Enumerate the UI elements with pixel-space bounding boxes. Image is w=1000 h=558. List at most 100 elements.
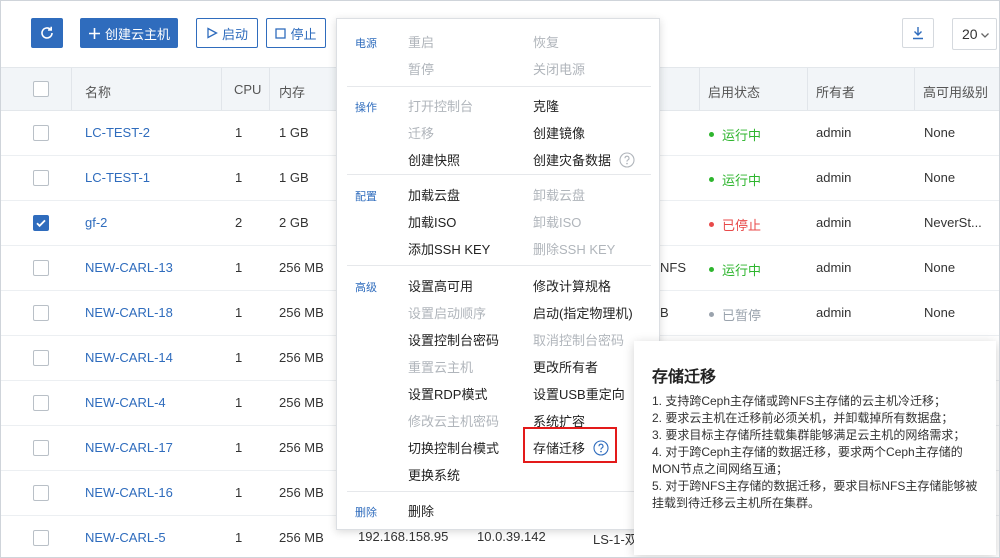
menu-item[interactable]: 添加SSH KEY (408, 239, 490, 258)
row-checkbox[interactable] (33, 170, 49, 186)
menu-item-label: 设置USB重定向 (533, 387, 625, 402)
menu-section-label: 删除 (355, 507, 377, 519)
vm-memory: 256 MB (279, 350, 324, 365)
peek-ip-text: 192.168.158.95 (358, 529, 449, 544)
vm-ha-level: NeverSt... (924, 215, 982, 230)
row-checkbox[interactable] (33, 485, 49, 501)
menu-item-label: 创建灾备数据 (533, 153, 612, 168)
menu-item[interactable]: 恢复 (533, 32, 559, 51)
vm-ha-level: None (924, 260, 956, 275)
column-divider (699, 68, 700, 110)
vm-name-link[interactable]: NEW-CARL-16 (85, 485, 173, 500)
vm-cpu: 1 (235, 125, 243, 140)
menu-item[interactable]: 克隆 (533, 96, 559, 115)
menu-item[interactable]: 删除 (408, 501, 434, 520)
stop-button[interactable]: 停止 (266, 18, 326, 48)
vm-name-link[interactable]: gf-2 (85, 215, 107, 230)
menu-item[interactable]: 迁移 (408, 123, 434, 142)
menu-item-label: 恢复 (533, 35, 560, 50)
menu-item-label: 删除 (408, 504, 435, 519)
menu-item[interactable]: 设置高可用 (408, 276, 473, 295)
vm-cpu: 1 (235, 530, 243, 545)
help-circle-icon[interactable] (619, 152, 635, 171)
vm-name-link[interactable]: NEW-CARL-5 (85, 530, 166, 545)
vm-name-link[interactable]: NEW-CARL-18 (85, 305, 173, 320)
col-memory[interactable]: 内存 (279, 82, 305, 101)
col-name[interactable]: 名称 (85, 82, 111, 101)
vm-name-link[interactable]: LC-TEST-2 (85, 125, 150, 140)
menu-section-label: 配置 (355, 191, 377, 203)
menu-item[interactable]: 设置USB重定向 (533, 384, 625, 403)
row-checkbox[interactable] (33, 440, 49, 456)
row-checkbox[interactable] (33, 350, 49, 366)
row-checkbox[interactable] (33, 260, 49, 276)
column-divider (221, 68, 222, 110)
menu-item[interactable]: 修改计算规格 (533, 276, 611, 295)
menu-section-label: 操作 (355, 102, 377, 114)
menu-item[interactable]: 暂停 (408, 59, 434, 78)
status-text: 运行中 (722, 173, 762, 188)
menu-item-label: 设置启动顺序 (408, 306, 487, 321)
peek-host-text: LS-1-双 (593, 532, 638, 547)
page-size-value: 20 (962, 26, 978, 42)
menu-item[interactable]: 打开控制台 (408, 96, 473, 115)
status-badge: 运行中 (709, 125, 761, 144)
menu-item[interactable]: 创建灾备数据 (533, 150, 635, 171)
menu-item[interactable]: 卸载云盘 (533, 185, 585, 204)
create-vm-button[interactable]: 创建云主机 (80, 18, 178, 48)
menu-item[interactable]: 加载云盘 (408, 185, 460, 204)
col-owner[interactable]: 所有者 (816, 82, 855, 101)
refresh-button[interactable] (31, 18, 63, 48)
menu-item[interactable]: 创建镜像 (533, 123, 585, 142)
menu-item[interactable]: 卸载ISO (533, 212, 581, 231)
menu-item[interactable]: 启动(指定物理机) (533, 303, 633, 322)
page-size-select[interactable]: 20 (952, 18, 997, 50)
menu-item[interactable]: 删除SSH KEY (533, 239, 615, 258)
row-checkbox[interactable] (33, 530, 49, 546)
row-checkbox[interactable] (33, 215, 49, 231)
menu-item[interactable]: 重启 (408, 32, 434, 51)
row-checkbox[interactable] (33, 125, 49, 141)
menu-item-label: 暂停 (408, 62, 435, 77)
vm-memory: 256 MB (279, 530, 324, 545)
menu-item[interactable]: 更改所有者 (533, 357, 598, 376)
col-cpu[interactable]: CPU (234, 82, 261, 97)
vm-name-link[interactable]: NEW-CARL-4 (85, 395, 166, 410)
menu-item[interactable]: 创建快照 (408, 150, 460, 169)
menu-item[interactable]: 修改云主机密码 (408, 411, 499, 430)
menu-item[interactable]: 重置云主机 (408, 357, 473, 376)
menu-item[interactable]: 更换系统 (408, 465, 460, 484)
col-ha-level[interactable]: 高可用级别 (923, 82, 988, 101)
menu-item-label: 重置云主机 (408, 360, 474, 375)
menu-item-label: 更改所有者 (533, 360, 599, 375)
menu-item-label: 删除SSH KEY (533, 242, 616, 257)
menu-item[interactable]: 切换控制台模式 (408, 438, 499, 457)
status-dot (709, 267, 714, 272)
start-button[interactable]: 启动 (196, 18, 258, 48)
vm-memory: 2 GB (279, 215, 309, 230)
row-checkbox[interactable] (33, 305, 49, 321)
vm-ha-level: None (924, 125, 956, 140)
menu-item[interactable]: 设置RDP模式 (408, 384, 487, 403)
vm-ha-level: None (924, 170, 956, 185)
menu-item[interactable]: 设置启动顺序 (408, 303, 486, 322)
peek-storage-text: NFS (660, 260, 686, 275)
col-status[interactable]: 启用状态 (708, 82, 760, 101)
menu-divider (347, 86, 651, 87)
vm-name-link[interactable]: NEW-CARL-14 (85, 350, 173, 365)
vm-name-link[interactable]: LC-TEST-1 (85, 170, 150, 185)
menu-item[interactable]: 设置控制台密码 (408, 330, 499, 349)
menu-section-label: 电源 (355, 38, 377, 50)
vm-name-link[interactable]: NEW-CARL-17 (85, 440, 173, 455)
download-button[interactable] (902, 18, 934, 48)
vm-cpu: 1 (235, 395, 243, 410)
menu-item[interactable]: 取消控制台密码 (533, 330, 624, 349)
menu-item-label: 添加SSH KEY (408, 242, 491, 257)
menu-item[interactable]: 关闭电源 (533, 59, 585, 78)
menu-item[interactable]: 加载ISO (408, 212, 456, 231)
column-divider (71, 68, 72, 110)
vm-name-link[interactable]: NEW-CARL-13 (85, 260, 173, 275)
row-checkbox[interactable] (33, 395, 49, 411)
vm-memory: 256 MB (279, 305, 324, 320)
select-all-checkbox[interactable] (33, 81, 49, 97)
